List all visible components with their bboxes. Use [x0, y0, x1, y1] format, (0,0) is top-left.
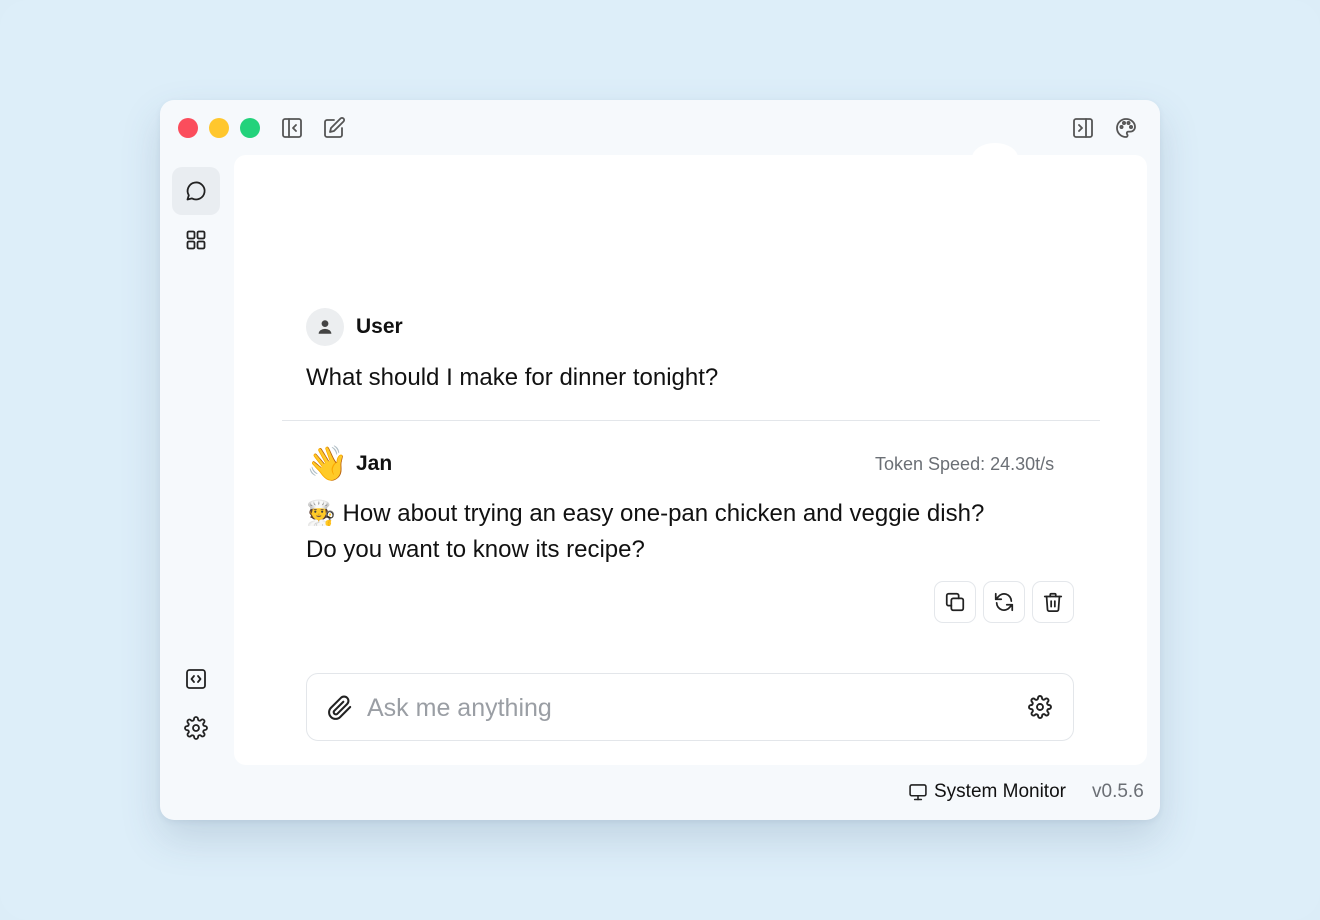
delete-button[interactable] — [1032, 581, 1074, 623]
regenerate-icon — [994, 592, 1014, 612]
grid-icon — [186, 230, 206, 250]
assistant-name: Jan — [356, 452, 393, 475]
maximize-window-button[interactable] — [240, 118, 260, 138]
palette-icon[interactable] — [1113, 115, 1139, 141]
right-panel-icon[interactable] — [1070, 115, 1096, 141]
sidebar-item-local-api[interactable] — [172, 655, 220, 703]
sidebar-item-settings[interactable] — [172, 704, 220, 752]
chat-input[interactable] — [367, 688, 1007, 728]
attach-button[interactable] — [327, 695, 353, 721]
assistant-message-header: 👋 Jan — [306, 445, 392, 483]
user-avatar — [306, 308, 344, 346]
paperclip-icon — [328, 695, 352, 720]
panel-notch — [972, 143, 1018, 173]
input-settings-button[interactable] — [1028, 695, 1054, 721]
new-chat-icon[interactable] — [321, 115, 347, 141]
chat-panel: User What should I make for dinner tonig… — [234, 155, 1147, 765]
assistant-message-line: 🧑‍🍳 How about trying an easy one-pan chi… — [306, 500, 985, 527]
user-message-header: User — [306, 308, 403, 346]
assistant-message-line: Do you want to know its recipe? — [306, 536, 645, 563]
collapse-sidebar-icon[interactable] — [279, 115, 305, 141]
gear-icon — [1028, 695, 1052, 719]
copy-button[interactable] — [934, 581, 976, 623]
person-icon — [318, 320, 332, 334]
code-icon — [186, 669, 206, 689]
message-divider — [282, 420, 1100, 421]
minimize-window-button[interactable] — [209, 118, 229, 138]
assistant-avatar: 👋 — [306, 445, 349, 483]
app-version: v0.5.6 — [1092, 781, 1144, 802]
app-window: User What should I make for dinner tonig… — [160, 100, 1160, 820]
sidebar-item-chat[interactable] — [172, 167, 220, 215]
regenerate-button[interactable] — [983, 581, 1025, 623]
window-controls — [178, 118, 260, 138]
close-window-button[interactable] — [178, 118, 198, 138]
sidebar-item-hub[interactable] — [172, 216, 220, 264]
user-name: User — [356, 315, 403, 338]
system-monitor-button[interactable]: System Monitor — [908, 781, 1066, 803]
system-monitor-label: System Monitor — [934, 781, 1066, 802]
trash-icon — [1043, 592, 1063, 613]
token-speed: Token Speed: 24.30t/s — [875, 454, 1055, 474]
chat-bubble-icon — [186, 181, 206, 201]
gear-icon — [184, 716, 208, 740]
copy-icon — [945, 592, 965, 612]
monitor-icon — [909, 784, 927, 801]
user-message-text: What should I make for dinner tonight? — [306, 364, 719, 391]
chat-input-box — [306, 673, 1074, 741]
